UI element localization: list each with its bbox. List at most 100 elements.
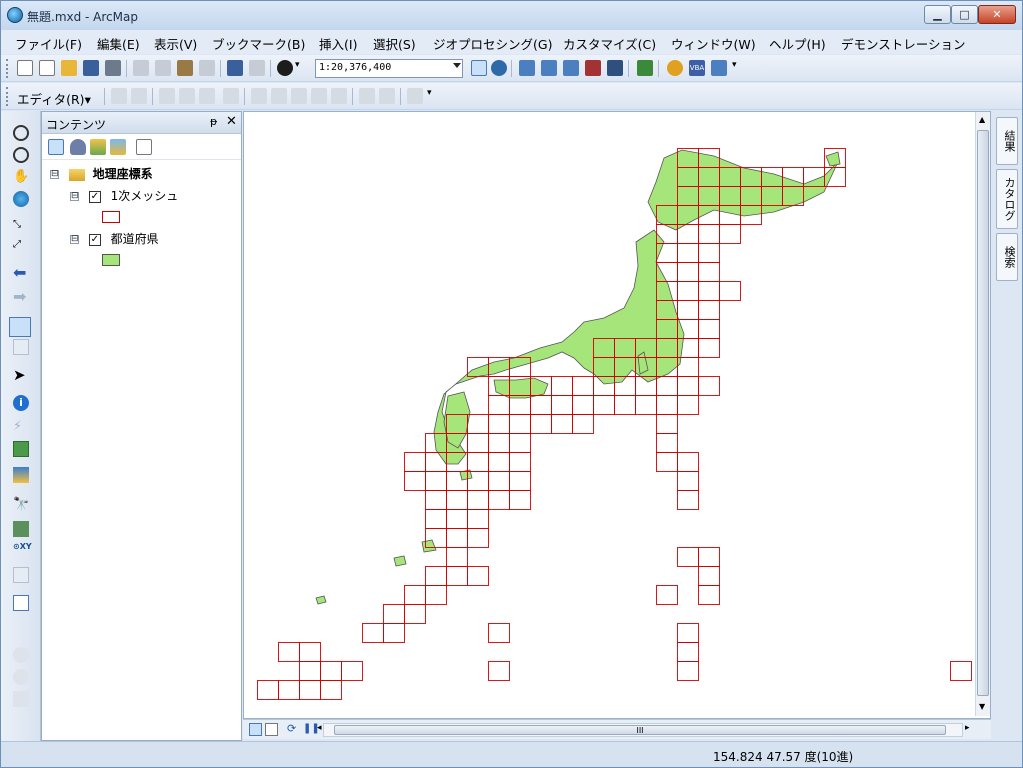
data-view-icon[interactable] — [249, 723, 262, 736]
vba-icon[interactable]: VBA — [689, 60, 705, 76]
menu-customize[interactable]: カスタマイズ(C) — [563, 34, 656, 53]
zoom-out-icon[interactable] — [13, 147, 29, 163]
html-popup-icon[interactable] — [13, 441, 29, 457]
menu-edit[interactable]: 編集(E) — [97, 34, 140, 53]
list-by-visibility-icon[interactable] — [90, 139, 106, 155]
collapse-icon[interactable]: ⊟ — [50, 170, 59, 179]
toolbar-grip[interactable] — [6, 87, 9, 106]
paste-icon[interactable] — [177, 60, 193, 76]
menu-bookmarks[interactable]: ブックマーク(B) — [212, 34, 305, 53]
edit-annotation-icon[interactable] — [131, 88, 147, 104]
model-builder-icon[interactable] — [637, 60, 653, 76]
menu-help[interactable]: ヘルプ(H) — [769, 34, 826, 53]
copy-icon[interactable] — [155, 60, 171, 76]
menu-file[interactable]: ファイル(F) — [15, 34, 82, 53]
catalog-icon[interactable] — [491, 60, 507, 76]
scroll-down-icon[interactable]: ▼ — [979, 702, 985, 711]
redo-icon[interactable] — [249, 60, 265, 76]
layer-row-prefectures[interactable]: ⊟ ✓ 都道府県 — [70, 230, 159, 247]
menu-view[interactable]: 表示(V) — [154, 34, 197, 53]
toolbar-options-icon[interactable]: ▾ — [427, 88, 435, 104]
fixed-zoom-in-icon[interactable]: ⤡ — [13, 217, 29, 233]
zoom-in-icon[interactable] — [13, 125, 29, 141]
toolbar-options-icon[interactable]: ▾ — [732, 60, 740, 76]
list-by-drawing-order-icon[interactable] — [48, 139, 64, 155]
open-folder-icon[interactable] — [61, 60, 77, 76]
menu-geoprocessing[interactable]: ジオプロセシング(G) — [433, 34, 552, 53]
sketch-properties-icon[interactable] — [379, 88, 395, 104]
delete-icon[interactable] — [199, 60, 215, 76]
select-features-icon[interactable] — [9, 317, 31, 337]
arctoolbox-icon[interactable] — [585, 60, 601, 76]
straight-segment-icon[interactable] — [159, 88, 175, 104]
add-data-icon[interactable] — [277, 60, 293, 76]
list-by-selection-icon[interactable] — [110, 139, 126, 155]
maximize-button[interactable]: □ — [951, 5, 978, 24]
cut-icon[interactable] — [133, 60, 149, 76]
menu-selection[interactable]: 選択(S) — [373, 34, 416, 53]
identify-icon[interactable]: i — [13, 395, 29, 411]
prefecture-symbol-swatch[interactable] — [102, 254, 120, 266]
check-icon[interactable] — [667, 60, 683, 76]
save-icon[interactable] — [83, 60, 99, 76]
go-to-xy-icon[interactable]: ⊙XY — [13, 543, 32, 559]
print-icon[interactable] — [105, 60, 121, 76]
vertical-scrollbar[interactable]: ▲ ▼ — [975, 112, 990, 716]
pan-icon[interactable]: ✋ — [13, 169, 29, 185]
table-of-contents-icon[interactable] — [519, 60, 535, 76]
menu-demonstration[interactable]: デモンストレーション — [841, 34, 966, 53]
options-icon[interactable] — [136, 139, 152, 155]
new-document-icon[interactable] — [17, 60, 33, 76]
scroll-left-icon[interactable]: ◂ — [317, 723, 322, 733]
menu-insert[interactable]: 挿入(I) — [319, 34, 357, 53]
new-map-icon[interactable] — [39, 60, 55, 76]
end-point-arc-icon[interactable] — [179, 88, 195, 104]
forward-extent-icon[interactable]: ➡ — [13, 289, 29, 305]
split-icon[interactable] — [311, 88, 327, 104]
map-display[interactable]: ▲ ▼ — [243, 111, 991, 719]
layer-visibility-checkbox[interactable]: ✓ — [88, 233, 101, 246]
data-frame-row[interactable]: ⊟ 地理座標系 — [50, 165, 153, 182]
map-scale-input[interactable]: 1:20,376,400 — [315, 59, 463, 78]
find-icon[interactable]: 🔭 — [13, 497, 29, 513]
search-window-icon[interactable] — [563, 60, 579, 76]
pin-icon[interactable]: ᵽ — [210, 115, 217, 128]
horizontal-scroll-thumb[interactable]: III — [334, 725, 946, 735]
collapse-icon[interactable]: ⊟ — [70, 235, 79, 244]
hyperlink-icon[interactable]: ⚡ — [13, 419, 29, 435]
scroll-right-icon[interactable]: ▸ — [965, 723, 970, 733]
toc-close-icon[interactable]: ✕ — [226, 114, 237, 129]
attributes-icon[interactable] — [359, 88, 375, 104]
vertical-scroll-thumb[interactable] — [977, 130, 989, 696]
form-icon[interactable] — [711, 60, 727, 76]
toolbar-grip[interactable] — [6, 59, 9, 78]
layer-visibility-checkbox[interactable]: ✓ — [88, 190, 101, 203]
undo-icon[interactable] — [227, 60, 243, 76]
close-button[interactable]: ✕ — [978, 5, 1016, 24]
list-by-source-icon[interactable] — [70, 139, 86, 155]
search-tab[interactable]: 検索 — [996, 233, 1018, 281]
full-extent-icon[interactable] — [13, 191, 29, 207]
select-elements-icon[interactable]: ➤ — [13, 367, 29, 383]
layer-row-mesh[interactable]: ⊟ ✓ 1次メッシュ — [70, 187, 178, 204]
rotate-icon[interactable] — [331, 88, 347, 104]
mesh-symbol-swatch[interactable] — [102, 211, 120, 223]
python-window-icon[interactable] — [607, 60, 623, 76]
point-icon[interactable] — [223, 88, 239, 104]
time-slider-icon[interactable] — [13, 567, 29, 583]
catalog-window-icon[interactable] — [541, 60, 557, 76]
scroll-up-icon[interactable]: ▲ — [979, 115, 985, 124]
edit-vertices-icon[interactable] — [251, 88, 267, 104]
edit-tool-icon[interactable] — [111, 88, 127, 104]
find-route-icon[interactable] — [13, 521, 29, 537]
reshape-icon[interactable] — [271, 88, 287, 104]
clear-selection-icon[interactable] — [13, 339, 29, 355]
scale-dropdown-icon[interactable] — [453, 63, 461, 68]
minimize-button[interactable]: ▁ — [924, 5, 951, 24]
viewer-window-icon[interactable] — [13, 595, 29, 611]
catalog-tab[interactable]: カタログ — [996, 169, 1018, 229]
measure-icon[interactable] — [13, 467, 29, 483]
horizontal-scrollbar[interactable]: III — [323, 723, 963, 737]
cut-polygons-icon[interactable] — [291, 88, 307, 104]
editor-toolbar-icon[interactable] — [471, 60, 487, 76]
